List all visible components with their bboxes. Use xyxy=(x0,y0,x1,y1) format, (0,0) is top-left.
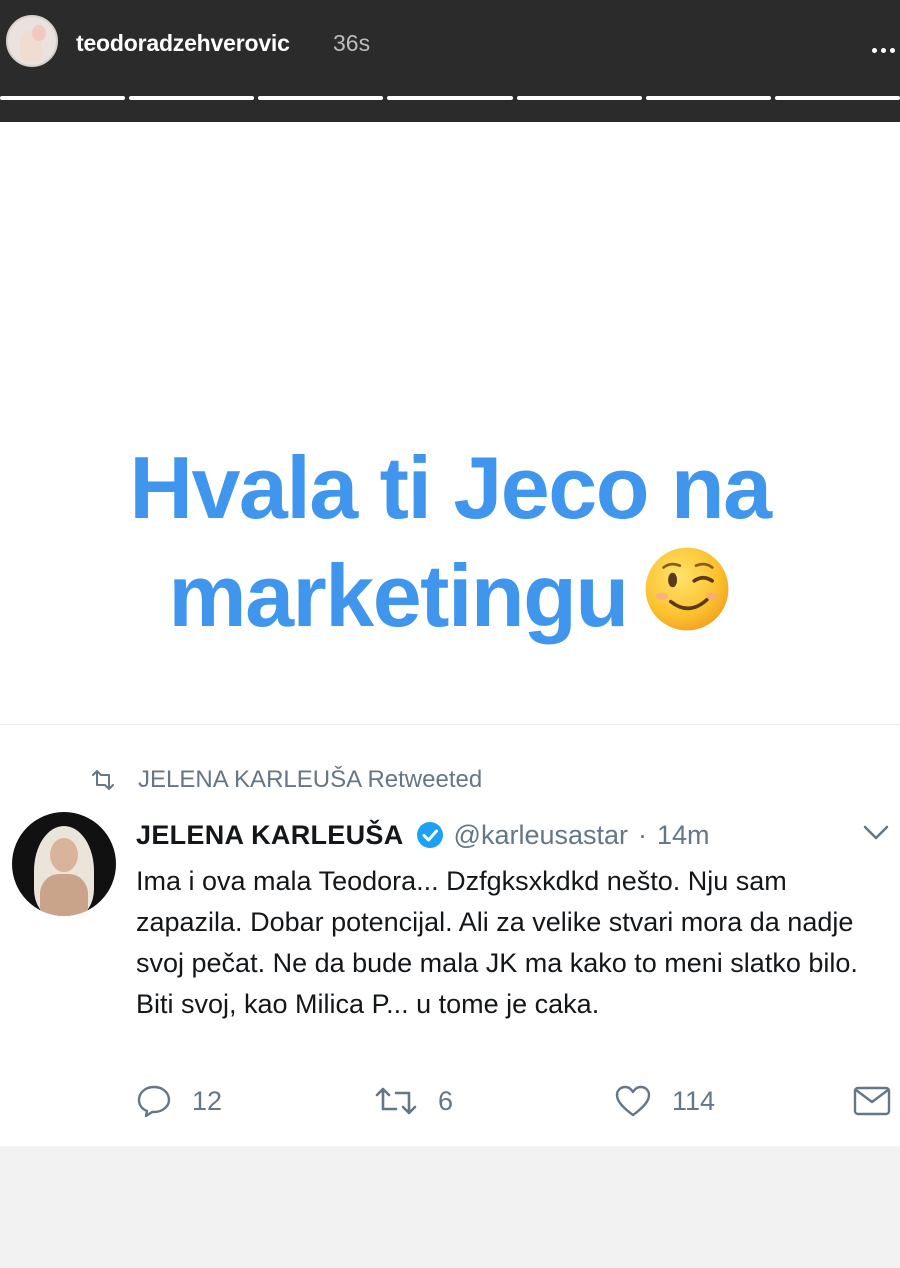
more-icon[interactable] xyxy=(872,40,900,53)
reply-count: 12 xyxy=(192,1085,223,1116)
verified-icon xyxy=(416,822,443,848)
retweet-icon xyxy=(92,770,114,790)
retweet-icon xyxy=(375,1087,417,1115)
reply-icon xyxy=(137,1085,171,1118)
reply-button[interactable]: 12 xyxy=(136,1081,222,1121)
like-count: 114 xyxy=(672,1085,716,1116)
retweet-label[interactable]: JELENA KARLEUŠA Retweeted xyxy=(138,766,482,794)
progress-segment xyxy=(774,96,900,100)
separator-dot: · xyxy=(638,819,648,850)
retweet-context: JELENA KARLEUŠA Retweeted xyxy=(90,765,482,795)
progress-segment xyxy=(258,96,384,100)
avatar[interactable] xyxy=(12,812,116,916)
like-button[interactable]: 114 xyxy=(614,1081,715,1121)
caption-line-1: Hvala ti Jeco na xyxy=(129,438,772,537)
story-header: teodoradzehverovic 36s xyxy=(0,0,900,122)
tweet-actions: 12 6 114 xyxy=(0,1081,900,1121)
story-progress xyxy=(0,96,900,100)
tweet-text: Ima i ova mala Teodora... Dzfgksxkdkd ne… xyxy=(136,866,858,1019)
caption-line-2: marketingu xyxy=(0,542,900,650)
author-name[interactable]: JELENA KARLEUŠA xyxy=(136,820,404,851)
story-username[interactable]: teodoradzehverovic xyxy=(76,30,290,57)
dm-icon xyxy=(853,1086,891,1116)
progress-segment xyxy=(516,96,642,100)
caption-line-2-text: marketingu xyxy=(168,546,629,645)
retweet-count: 6 xyxy=(438,1085,454,1116)
progress-segment xyxy=(645,96,771,100)
story-time: 36s xyxy=(333,30,371,56)
tweet-author-row: JELENA KARLEUŠA @karleusastar · 14m xyxy=(136,817,710,853)
retweet-button[interactable]: 6 xyxy=(374,1081,453,1121)
story-avatar[interactable] xyxy=(6,15,58,67)
author-handle[interactable]: @karleusastar xyxy=(454,820,628,851)
story-caption: Hvala ti Jeco na marketingu xyxy=(0,434,900,650)
wink-emoji xyxy=(645,547,729,631)
progress-segment xyxy=(387,96,513,100)
dm-button[interactable] xyxy=(852,1081,900,1121)
tweet-time[interactable]: 14m xyxy=(657,820,710,851)
story-footer-area xyxy=(0,1146,900,1268)
progress-segment xyxy=(0,96,126,100)
story-canvas[interactable]: Hvala ti Jeco na marketingu xyxy=(0,122,900,724)
progress-segment xyxy=(129,96,255,100)
tweet-card[interactable]: JELENA KARLEUŠA Retweeted JELENA KARLEUŠ… xyxy=(0,724,900,1147)
chevron-down-icon[interactable] xyxy=(862,823,890,843)
like-icon xyxy=(615,1085,651,1117)
